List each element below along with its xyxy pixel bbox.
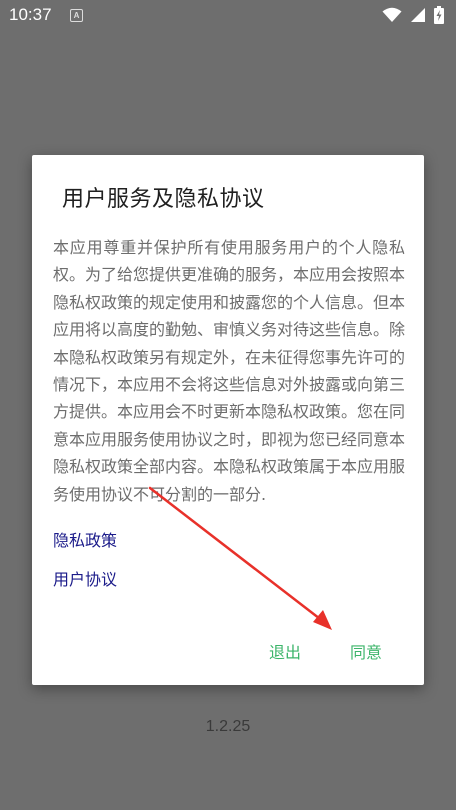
notification-icon: A [70, 9, 83, 22]
wifi-icon [382, 7, 402, 22]
status-time: 10:37 [9, 5, 52, 24]
status-icons [382, 6, 444, 24]
dialog-body-text: 本应用尊重并保护所有使用服务用户的个人隐私权。为了给您提供更准确的服务，本应用会… [53, 238, 406, 504]
exit-button[interactable]: 退出 [269, 639, 301, 663]
signal-icon [411, 8, 425, 22]
dialog-title: 用户服务及隐私协议 [62, 187, 265, 212]
privacy-policy-link[interactable]: 隐私政策 [53, 527, 117, 551]
status-bar: 10:37 A [0, 0, 456, 32]
battery-charging-icon [434, 6, 444, 24]
user-agreement-link[interactable]: 用户协议 [53, 566, 117, 590]
agree-button[interactable]: 同意 [350, 639, 382, 663]
app-version: 1.2.25 [205, 718, 251, 735]
privacy-dialog: 用户服务及隐私协议 本应用尊重并保护所有使用服务用户的个人隐私权。为了给您提供更… [32, 155, 424, 685]
